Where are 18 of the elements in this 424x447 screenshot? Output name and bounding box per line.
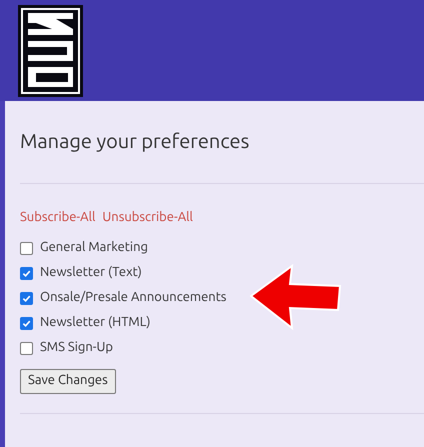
logo-icon (18, 5, 83, 97)
option-label: General Marketing (40, 239, 148, 256)
checkmark-icon (22, 268, 31, 278)
checkmark-icon (22, 294, 31, 302)
save-button[interactable]: Save Changes (20, 368, 116, 394)
option-label: Newsletter (HTML) (40, 314, 150, 332)
checkbox[interactable] (20, 342, 33, 354)
option-label: SMS Sign-Up (40, 339, 114, 356)
link[interactable]: Subscribe-All (20, 208, 96, 228)
checkmark-icon (22, 318, 31, 328)
checkbox[interactable] (20, 242, 33, 254)
option-label: Newsletter (Text) (40, 264, 142, 282)
link[interactable]: Unsubscribe-All (102, 208, 193, 228)
checkbox[interactable] (20, 266, 33, 280)
option-label: Onsale/Presale Announcements (40, 289, 226, 306)
checkbox[interactable] (20, 292, 33, 304)
checkbox[interactable] (20, 316, 33, 330)
page-title: Manage your preferences (20, 129, 250, 153)
